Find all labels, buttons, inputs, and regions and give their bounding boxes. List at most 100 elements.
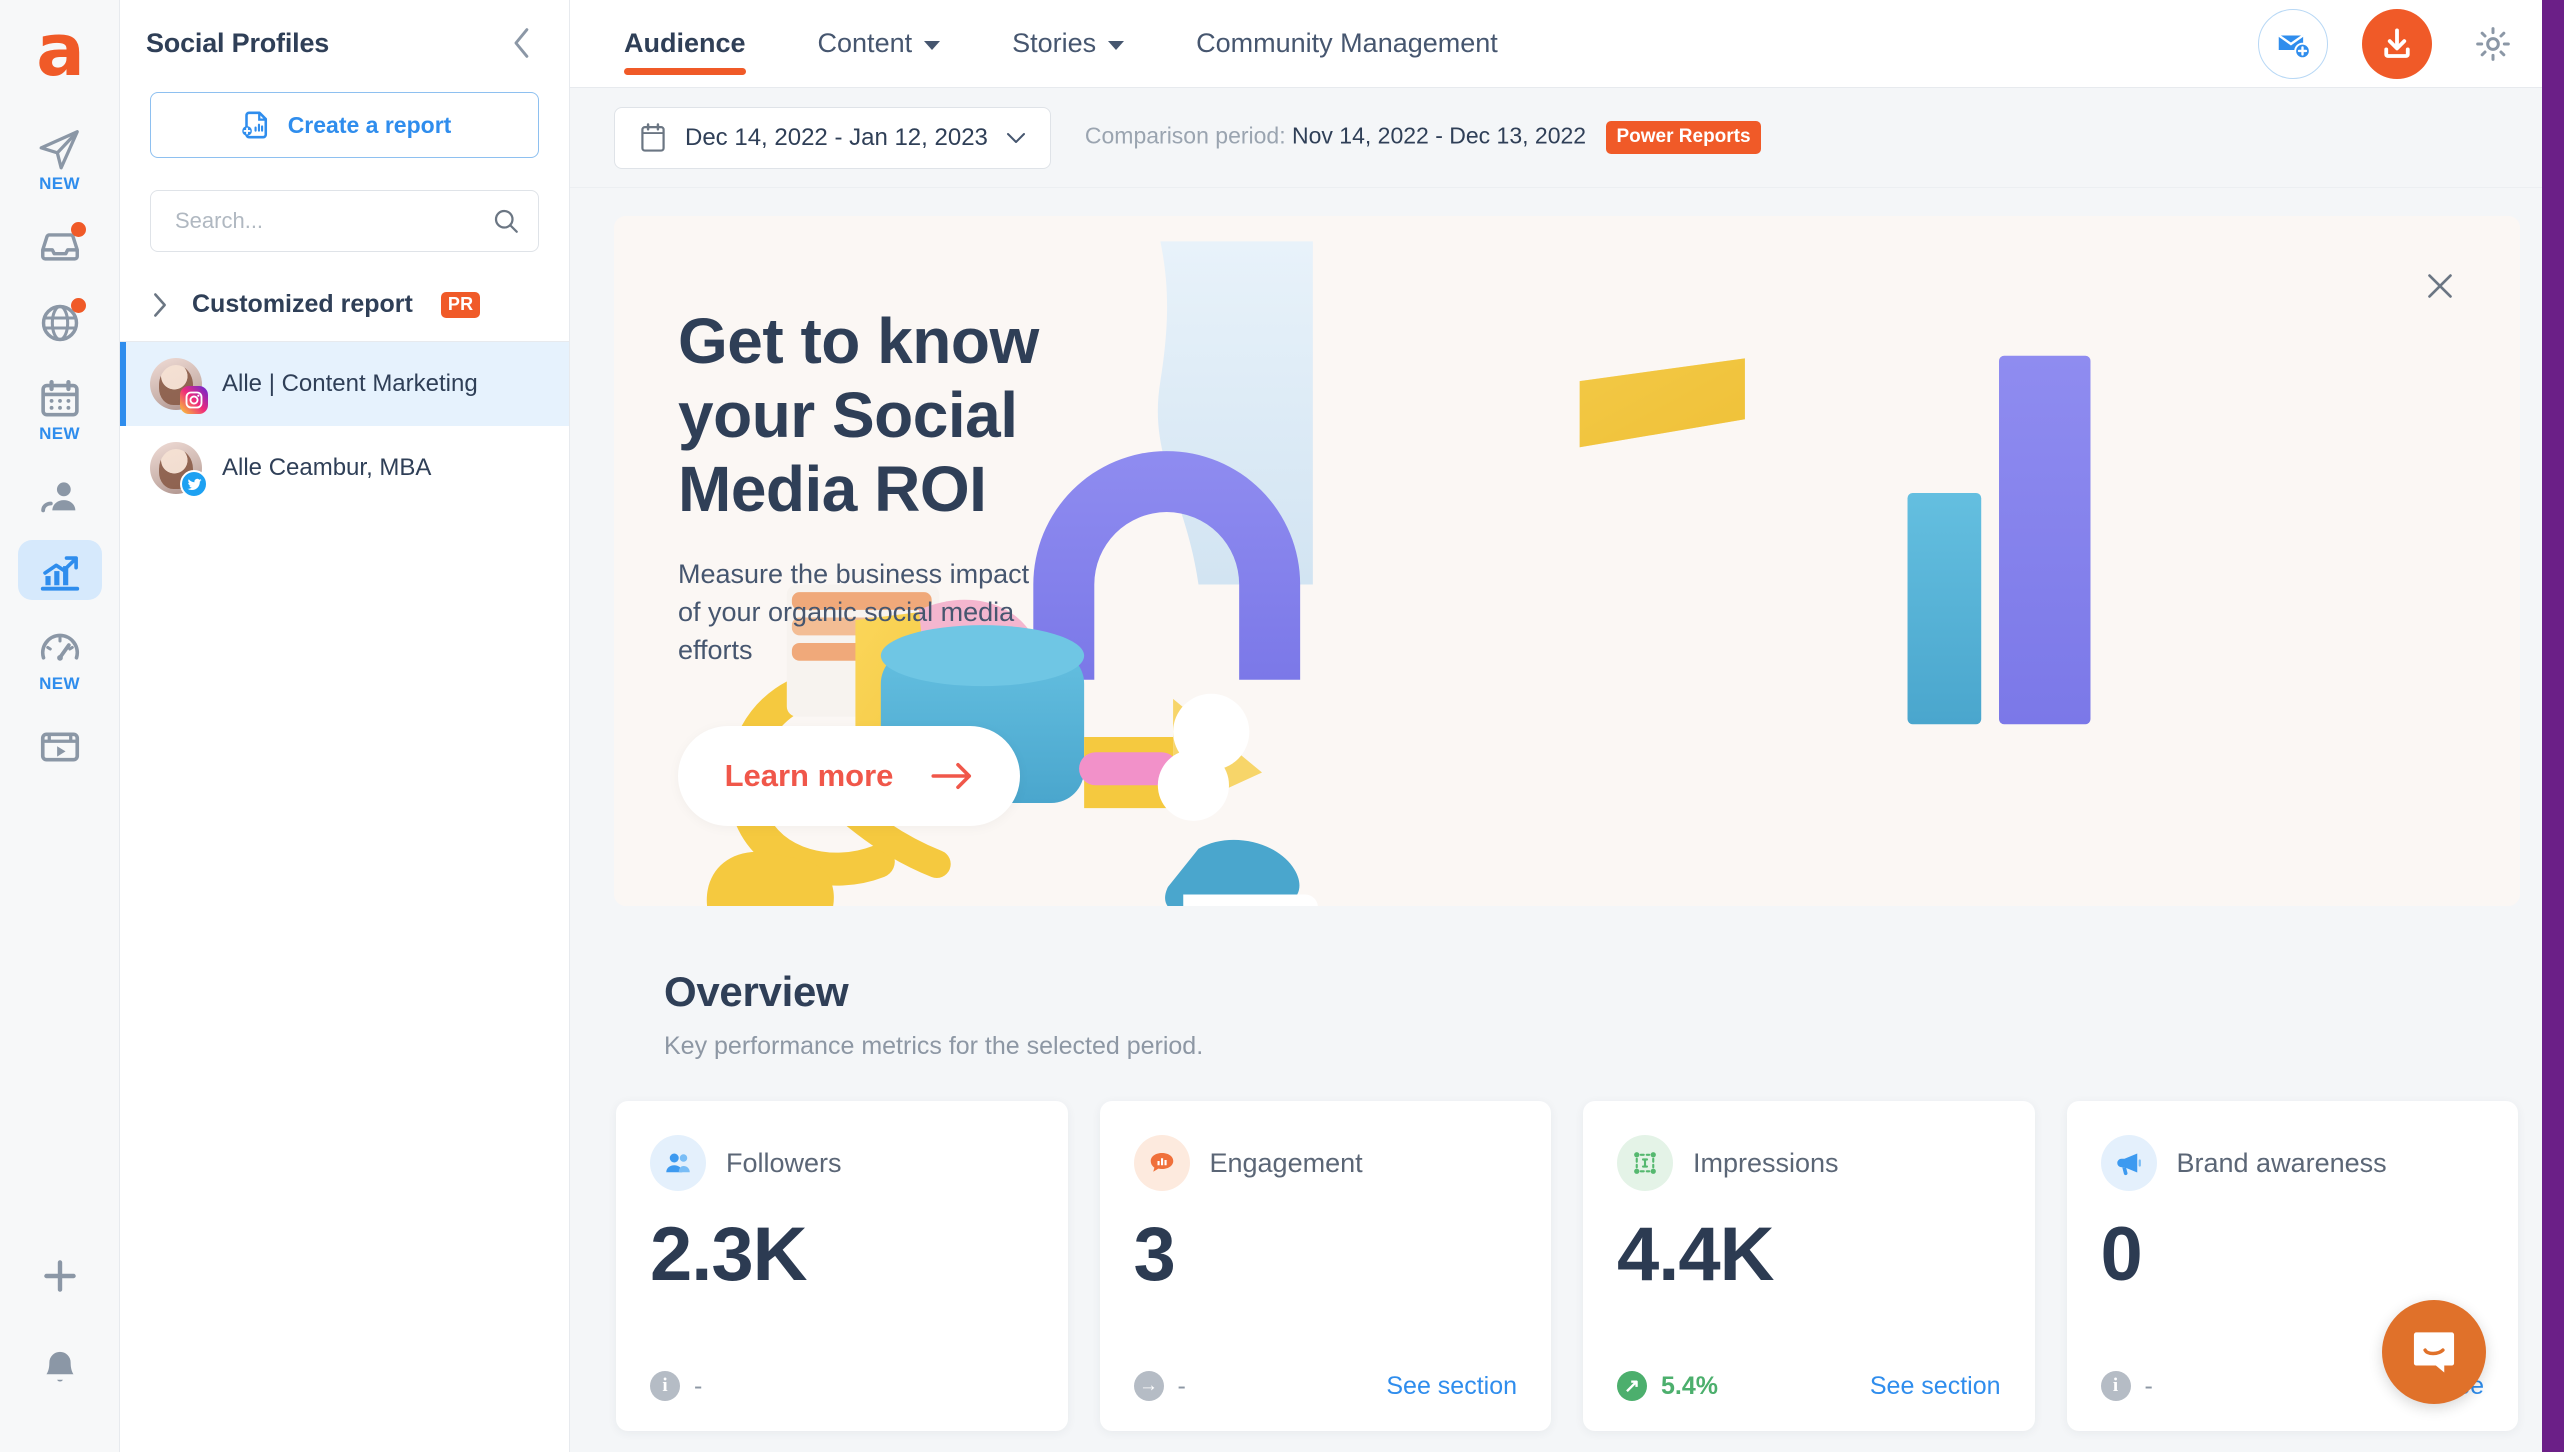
learn-more-label: Learn more (724, 757, 894, 793)
rail-bottom-actions (0, 1254, 119, 1390)
info-icon[interactable]: i (2100, 1371, 2131, 1401)
chat-bubble-icon (2413, 1332, 2455, 1373)
notifications-bell-icon[interactable] (38, 1346, 82, 1390)
chevron-down-icon (924, 41, 941, 50)
card-delta: → - (1133, 1371, 1186, 1401)
comparison-label: Comparison period: (1084, 122, 1286, 149)
arrow-up-right-icon: ↗ (1617, 1371, 1647, 1401)
tab-stories[interactable]: Stories (976, 0, 1160, 87)
panel-header: Social Profiles (120, 0, 569, 66)
metric-card-impressions[interactable]: Impressions 4.4K ↗ 5.4% See section (1583, 1101, 2035, 1431)
window-edge (2542, 0, 2564, 1452)
download-report-button[interactable] (2362, 8, 2432, 79)
create-report-button[interactable]: Create a report (150, 92, 539, 158)
card-delta: ↗ 5.4% (1617, 1371, 1718, 1401)
brand-logo[interactable]: a (24, 14, 96, 86)
rail-item-media-library[interactable] (18, 714, 102, 774)
gear-icon (2476, 26, 2510, 61)
arrow-right-icon (931, 762, 972, 789)
learn-more-button[interactable]: Learn more (678, 725, 1020, 826)
card-footer: → - See section (1133, 1371, 1517, 1401)
delta-value: - (1177, 1371, 1186, 1400)
delta-value: - (2144, 1371, 2153, 1400)
collapse-panel-button[interactable] (505, 26, 539, 60)
rail-item-calendar[interactable]: NEW (18, 366, 102, 448)
chevron-left-icon (514, 28, 529, 58)
promo-subheading: Measure the business impact of your orga… (678, 558, 1030, 666)
profile-name: Alle | Content Marketing (222, 370, 478, 397)
chevron-down-icon (1006, 132, 1025, 143)
promo-banner: Get to know your Social Media ROI Measur… (614, 216, 2520, 906)
intercom-chat-launcher[interactable] (2382, 1300, 2486, 1404)
filter-bar: Dec 14, 2022 - Jan 12, 2023 Comparison p… (570, 88, 2564, 188)
profile-row-instagram[interactable]: Alle | Content Marketing (120, 342, 569, 426)
group-customized-report[interactable]: Customized report PR (120, 290, 569, 342)
top-navigation-bar: Audience Content Stories Community Manag… (570, 0, 2564, 88)
avatar (150, 442, 208, 498)
see-section-link[interactable]: See section (1386, 1372, 1517, 1401)
calendar-small-icon (641, 122, 665, 152)
card-label: Followers (726, 1147, 842, 1178)
app-icon-rail: a NEW NEW NEW (0, 0, 120, 1452)
metric-card-list: Followers 2.3K i - Engagement 3 → - See … (614, 1101, 2520, 1431)
overview-subtitle: Key performance metrics for the selected… (664, 1032, 1204, 1060)
close-icon (2428, 274, 2452, 298)
listening-notification-dot (70, 298, 86, 313)
date-range-picker[interactable]: Dec 14, 2022 - Jan 12, 2023 (614, 106, 1051, 169)
card-label: Brand awareness (2176, 1147, 2387, 1178)
card-delta: i - (2100, 1371, 2153, 1401)
rail-badge-new: NEW (39, 674, 80, 693)
close-banner-button[interactable] (2418, 264, 2462, 308)
calendar-icon (40, 380, 79, 417)
comparison-range: Nov 14, 2022 - Dec 13, 2022 (1292, 122, 1587, 149)
metric-card-engagement[interactable]: Engagement 3 → - See section (1099, 1101, 1551, 1431)
date-range-value: Dec 14, 2022 - Jan 12, 2023 (685, 123, 988, 151)
create-report-label: Create a report (287, 111, 452, 138)
rail-badge-new: NEW (39, 174, 80, 193)
rail-item-listening[interactable] (18, 290, 102, 350)
inbox-notification-dot (70, 222, 86, 237)
add-icon[interactable] (38, 1254, 82, 1298)
overview-title: Overview (664, 968, 849, 1015)
card-footer: ↗ 5.4% See section (1617, 1371, 2001, 1401)
metric-card-followers[interactable]: Followers 2.3K i - (616, 1101, 1068, 1431)
rail-item-analytics[interactable] (17, 540, 102, 600)
delta-value: - (694, 1371, 703, 1400)
see-section-link[interactable]: See section (1870, 1372, 2001, 1401)
chevron-down-icon (1108, 41, 1125, 50)
impressions-icon (1617, 1135, 1673, 1191)
rail-item-inbox[interactable] (18, 214, 102, 274)
settings-gear-button[interactable] (2466, 17, 2520, 71)
info-icon[interactable]: i (650, 1371, 680, 1401)
card-header: Brand awareness (2100, 1135, 2485, 1191)
publish-paper-plane-icon (39, 130, 79, 170)
rail-item-list: NEW NEW NEW (0, 116, 119, 774)
tab-audience[interactable]: Audience (614, 0, 782, 87)
card-header: Impressions (1617, 1135, 2001, 1191)
rail-badge-new: NEW (39, 424, 80, 443)
top-action-buttons (2258, 8, 2520, 79)
tab-content[interactable]: Content (782, 0, 977, 87)
influencer-person-icon (40, 482, 75, 513)
arrow-right-icon[interactable]: → (1133, 1371, 1164, 1401)
main-area: Audience Content Stories Community Manag… (570, 0, 2564, 1452)
tab-label: Community Management (1196, 28, 1498, 58)
app-root: a NEW NEW NEW Social Profiles Create a r… (0, 0, 2564, 1452)
group-label: Customized report (192, 290, 413, 318)
rail-item-publish[interactable]: NEW (18, 116, 102, 198)
tab-label: Audience (624, 28, 746, 58)
card-delta: i - (650, 1371, 702, 1401)
tab-community-management[interactable]: Community Management (1160, 0, 1534, 87)
search-input[interactable] (150, 190, 539, 252)
brand-awareness-icon (2100, 1135, 2157, 1191)
avatar (150, 358, 208, 414)
scrollable-content: Get to know your Social Media ROI Measur… (570, 188, 2564, 1452)
new-message-button[interactable] (2258, 8, 2328, 79)
rail-item-influencers[interactable] (18, 464, 102, 524)
card-label: Engagement (1209, 1147, 1363, 1178)
tab-label: Stories (1012, 28, 1097, 58)
rail-item-dashboard[interactable]: NEW (18, 616, 102, 698)
profile-row-twitter[interactable]: Alle Ceambur, MBA (120, 426, 569, 510)
followers-icon (650, 1135, 706, 1191)
profile-name: Alle Ceambur, MBA (222, 454, 432, 481)
